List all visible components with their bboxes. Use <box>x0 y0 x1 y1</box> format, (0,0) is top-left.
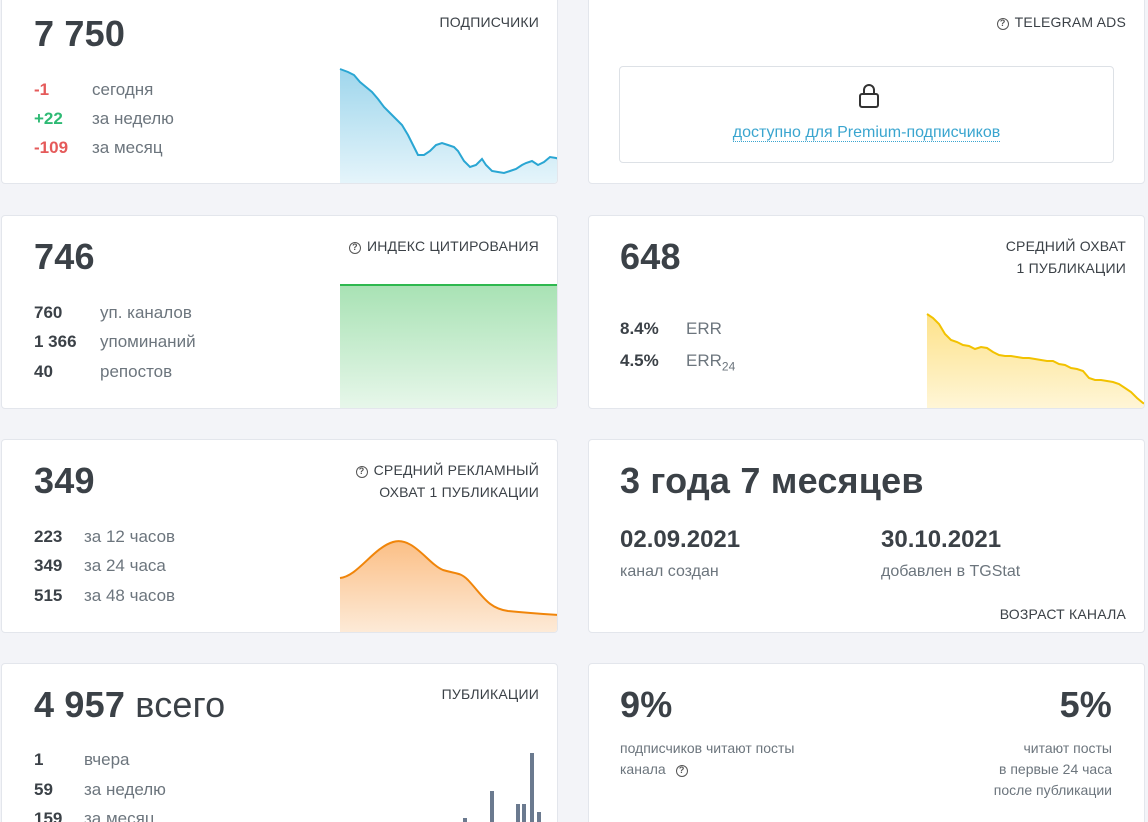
ad-reach-value: 349 <box>34 460 95 501</box>
created-date: 02.09.2021 <box>620 526 741 553</box>
reading-stats-card: 9% подписчиков читают посты канала ? 5% … <box>588 663 1145 822</box>
created-label: канал создан <box>620 563 719 580</box>
ad-reach-sparkline <box>339 540 557 632</box>
ad-reach-48h: 515 за 48 часов <box>34 586 176 605</box>
help-icon[interactable]: ? <box>996 18 1009 30</box>
first-day-readers-description: читают посты в первые 24 часа после публ… <box>993 740 1112 798</box>
added-label: добавлен в TGStat <box>881 563 1021 580</box>
posts-label: ПУБЛИКАЦИИ <box>441 686 539 702</box>
added-date: 30.10.2021 <box>881 526 1002 553</box>
telegram-ads-label: ? TELEGRAM ADS <box>996 11 1126 33</box>
posts-bar <box>522 804 526 822</box>
citation-reposts: 40 репостов <box>34 362 173 381</box>
posts-bar <box>463 818 467 822</box>
ad-reach-label: ? СРЕДНИЙ РЕКЛАМНЫЙ ОХВАТ 1 ПУБЛИКАЦИИ <box>355 459 539 503</box>
citation-index-card: 746 ? ИНДЕКС ЦИТИРОВАНИЯ 760 уп. каналов 1… <box>1 215 558 409</box>
ad-reach-card: 349 ? СРЕДНИЙ РЕКЛАМНЫЙ ОХВАТ 1 ПУБЛИКАЦИ… <box>1 439 558 633</box>
citation-channels: 760 уп. каналов <box>34 303 192 322</box>
subscribers-today: -1 сегодня <box>34 80 154 99</box>
premium-link[interactable]: доступно для Premium-подписчиков <box>620 124 1113 142</box>
posts-bar <box>537 812 541 822</box>
posts-bar <box>516 804 520 822</box>
subscribers-month: -109 за месяц <box>34 138 163 157</box>
posts-bar <box>530 753 534 822</box>
channel-age-label: ВОЗРАСТ КАНАЛА <box>999 606 1126 622</box>
posts-bar-chart <box>463 753 541 822</box>
readers-description: подписчиков читают посты канала ? <box>620 740 795 777</box>
citation-index-value: 746 <box>34 236 95 277</box>
subscribers-label: ПОДПИСЧИКИ <box>439 14 539 30</box>
readers-percent: 9% <box>620 684 673 725</box>
average-reach-card: 648 СРЕДНИЙ ОХВАТ 1 ПУБЛИКАЦИИ 8.4% ERR 4… <box>588 215 1145 409</box>
citation-index-label: ? ИНДЕКС ЦИТИРОВАНИЯ <box>348 235 539 257</box>
citation-mentions: 1 366 упоминаний <box>34 332 196 351</box>
subscribers-sparkline <box>339 68 557 183</box>
err-stat: 8.4% ERR <box>620 319 722 338</box>
premium-lock-box: доступно для Premium-подписчиков <box>619 66 1114 163</box>
average-reach-value: 648 <box>620 236 681 277</box>
posts-yesterday: 1 вчера <box>34 750 130 769</box>
posts-week: 59 за неделю <box>34 780 166 799</box>
ad-reach-12h: 223 за 12 часов <box>34 527 176 546</box>
average-reach-label: СРЕДНИЙ ОХВАТ 1 ПУБЛИКАЦИИ <box>1005 238 1126 276</box>
posts-month: 159 за месяц <box>34 809 155 822</box>
ad-reach-24h: 349 за 24 часа <box>34 556 166 575</box>
posts-total: 4 957 всего <box>34 684 226 725</box>
help-icon[interactable]: ? <box>348 242 361 254</box>
telegram-ads-card: ? TELEGRAM ADS доступно для Premium-подпи… <box>588 0 1145 184</box>
subscribers-week: +22 за неделю <box>34 109 174 128</box>
lock-icon <box>859 84 879 108</box>
err24-stat: 4.5% ERR24 <box>620 351 736 374</box>
channel-age-value: 3 года 7 месяцев <box>620 460 924 501</box>
channel-age-card: 3 года 7 месяцев 02.09.2021 канал создан… <box>588 439 1145 633</box>
average-reach-sparkline <box>926 313 1144 408</box>
help-icon[interactable]: ? <box>355 466 368 478</box>
subscribers-count: 7 750 <box>34 13 126 54</box>
first-day-readers-percent: 5% <box>1059 684 1112 725</box>
citation-sparkline <box>340 284 557 408</box>
posts-bar <box>490 791 494 822</box>
help-icon[interactable]: ? <box>675 765 688 777</box>
posts-card: 4 957 всего ПУБЛИКАЦИИ 1 вчера 59 за недел… <box>1 663 558 822</box>
subscribers-card: 7 750 ПОДПИСЧИКИ -1 сегодня +22 за неделю … <box>1 0 558 184</box>
